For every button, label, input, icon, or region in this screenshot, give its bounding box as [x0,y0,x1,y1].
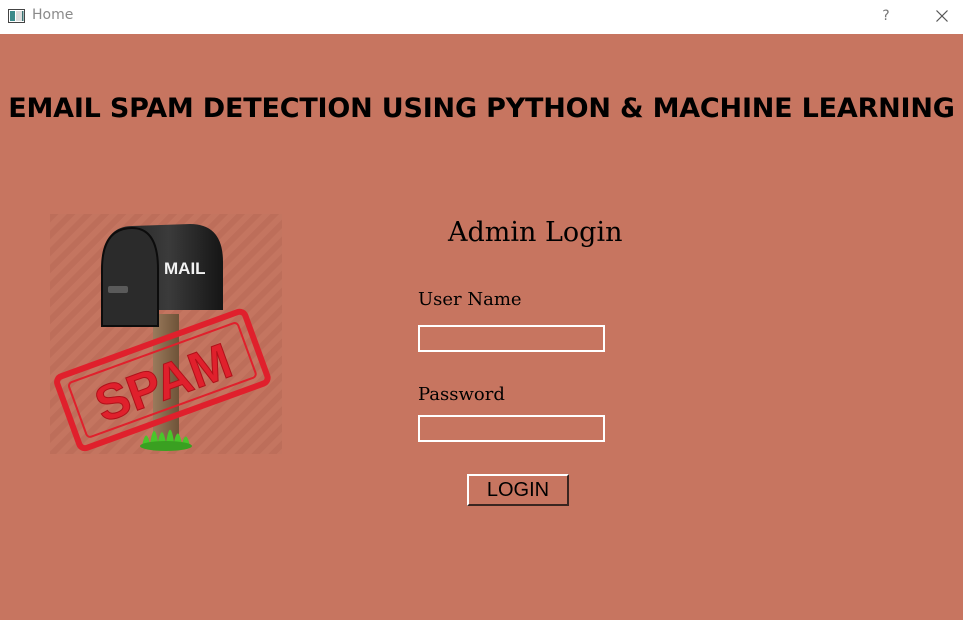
app-window-icon [8,9,25,23]
login-title: Admin Login [448,217,623,248]
title-bar: Home ? [0,0,963,34]
close-icon[interactable] [930,4,954,28]
help-button[interactable]: ? [875,5,897,27]
password-label: Password [418,384,505,405]
app-window: Home ? EMAIL SPAM DETECTION USING PYTHON… [0,0,963,620]
spam-mailbox-image: MAIL SPAM [50,214,282,454]
username-label: User Name [418,289,522,310]
main-content: EMAIL SPAM DETECTION USING PYTHON & MACH… [0,34,963,620]
mailbox-label: MAIL [164,259,206,278]
page-title: EMAIL SPAM DETECTION USING PYTHON & MACH… [8,93,955,124]
username-input[interactable] [418,325,605,352]
login-button[interactable]: LOGIN [467,474,569,506]
window-title: Home [32,7,74,23]
password-input[interactable] [418,415,605,442]
